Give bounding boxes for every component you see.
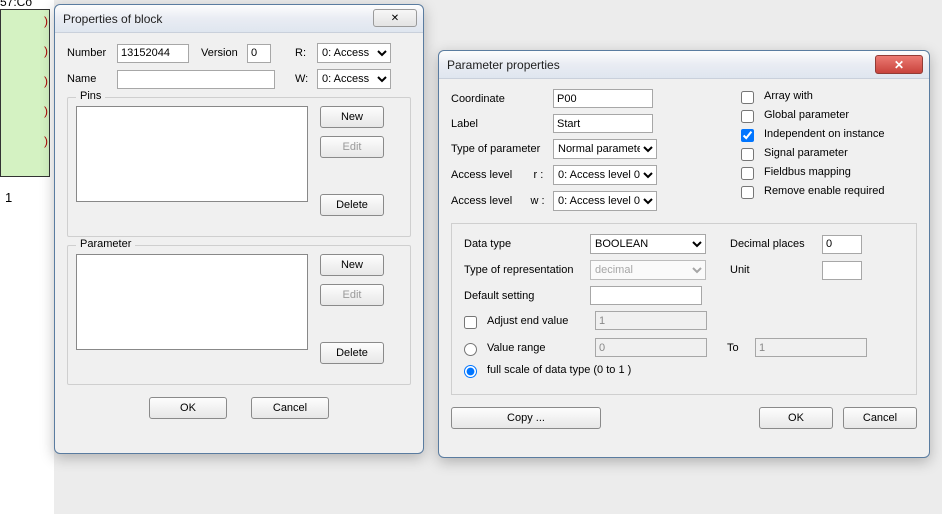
- param-new-button[interactable]: New: [320, 254, 384, 276]
- representation-select: decimal: [590, 260, 706, 280]
- remove-enable-checkbox[interactable]: [741, 186, 754, 199]
- dialog-title: Properties of block: [63, 12, 162, 26]
- version-input[interactable]: [247, 44, 271, 63]
- label-label: Label: [451, 118, 547, 130]
- properties-of-block-dialog: Properties of block ✕ Number Version R: …: [54, 4, 424, 454]
- independent-label: Independent on instance: [764, 128, 885, 140]
- global-parameter-checkbox[interactable]: [741, 110, 754, 123]
- number-label: Number: [67, 47, 111, 59]
- remove-enable-label: Remove enable required: [764, 185, 884, 197]
- adjust-end-value-checkbox[interactable]: [464, 316, 477, 329]
- array-with-label: Array with: [764, 90, 813, 102]
- pin: ): [44, 74, 48, 88]
- pins-delete-button[interactable]: Delete: [320, 194, 384, 216]
- parameter-group: Parameter New Edit Delete: [67, 245, 411, 385]
- w-access-select[interactable]: 0: Access: [317, 69, 391, 89]
- coordinate-input[interactable]: [553, 89, 653, 108]
- name-label: Name: [67, 73, 111, 85]
- value-range-hi-input: [755, 338, 867, 357]
- titlebar[interactable]: Parameter properties ✕: [439, 51, 929, 79]
- pins-group: Pins New Edit Delete: [67, 97, 411, 237]
- independent-checkbox[interactable]: [741, 129, 754, 142]
- data-type-select[interactable]: BOOLEAN: [590, 234, 706, 254]
- param-edit-button[interactable]: Edit: [320, 284, 384, 306]
- fb-block: ) ) ) ) ): [0, 9, 50, 177]
- label-input[interactable]: [553, 114, 653, 133]
- adjust-end-value-input: [595, 311, 707, 330]
- signal-parameter-checkbox[interactable]: [741, 148, 754, 161]
- default-setting-input[interactable]: [590, 286, 702, 305]
- pin: ): [44, 44, 48, 58]
- pins-list[interactable]: [76, 106, 308, 202]
- version-label: Version: [201, 47, 241, 59]
- w-label: W:: [295, 73, 311, 85]
- full-scale-label: full scale of data type (0 to 1 ): [487, 364, 631, 376]
- value-range-radio[interactable]: [464, 343, 477, 356]
- copy-button[interactable]: Copy ...: [451, 407, 601, 429]
- ok-button[interactable]: OK: [149, 397, 227, 419]
- parameter-properties-dialog: Parameter properties ✕ Coordinate Label …: [438, 50, 930, 458]
- block-id-label: 57:Co: [0, 0, 54, 9]
- cancel-button[interactable]: Cancel: [251, 397, 329, 419]
- editor-canvas: ) ) ) ) ) 57:Co 1: [0, 0, 54, 514]
- fieldbus-label: Fieldbus mapping: [764, 166, 851, 178]
- pin: ): [44, 134, 48, 148]
- global-parameter-label: Global parameter: [764, 109, 849, 121]
- decimal-places-input[interactable]: [822, 235, 862, 254]
- dialog-title: Parameter properties: [447, 58, 560, 72]
- value-range-label: Value range: [487, 342, 589, 354]
- close-button[interactable]: ✕: [373, 9, 417, 27]
- r-access-select[interactable]: 0: Access: [317, 43, 391, 63]
- type-of-parameter-select[interactable]: Normal parameter: [553, 139, 657, 159]
- data-type-label: Data type: [464, 238, 584, 250]
- pin: ): [44, 14, 48, 28]
- signal-parameter-label: Signal parameter: [764, 147, 848, 159]
- ok-button[interactable]: OK: [759, 407, 833, 429]
- parameter-legend: Parameter: [76, 238, 135, 250]
- pins-legend: Pins: [76, 90, 105, 102]
- fieldbus-checkbox[interactable]: [741, 167, 754, 180]
- value-range-lo-input: [595, 338, 707, 357]
- array-with-checkbox[interactable]: [741, 91, 754, 104]
- number-input[interactable]: [117, 44, 189, 63]
- representation-label: Type of representation: [464, 264, 584, 276]
- access-w-label: Access level w :: [451, 195, 547, 207]
- access-r-label: Access level r :: [451, 169, 547, 181]
- full-scale-radio[interactable]: [464, 365, 477, 378]
- close-icon: ✕: [391, 13, 399, 24]
- unit-label: Unit: [730, 264, 816, 276]
- titlebar[interactable]: Properties of block ✕: [55, 5, 423, 33]
- decimal-places-label: Decimal places: [730, 238, 816, 250]
- adjust-end-value-label: Adjust end value: [487, 315, 589, 327]
- coordinate-label: Coordinate: [451, 93, 547, 105]
- canvas-one: 1: [5, 190, 12, 205]
- default-setting-label: Default setting: [464, 290, 584, 302]
- pin: ): [44, 104, 48, 118]
- pins-edit-button[interactable]: Edit: [320, 136, 384, 158]
- unit-input[interactable]: [822, 261, 862, 280]
- to-label: To: [727, 342, 749, 354]
- access-r-select[interactable]: 0: Access level 0: [553, 165, 657, 185]
- cancel-button[interactable]: Cancel: [843, 407, 917, 429]
- type-of-parameter-label: Type of parameter: [451, 143, 547, 155]
- name-input[interactable]: [117, 70, 275, 89]
- pins-new-button[interactable]: New: [320, 106, 384, 128]
- close-button[interactable]: ✕: [875, 55, 923, 74]
- close-icon: ✕: [894, 58, 904, 72]
- param-delete-button[interactable]: Delete: [320, 342, 384, 364]
- datatype-group: Data type BOOLEAN Decimal places Type of…: [451, 223, 917, 395]
- r-label: R:: [295, 47, 311, 59]
- parameter-list[interactable]: [76, 254, 308, 350]
- access-w-select[interactable]: 0: Access level 0: [553, 191, 657, 211]
